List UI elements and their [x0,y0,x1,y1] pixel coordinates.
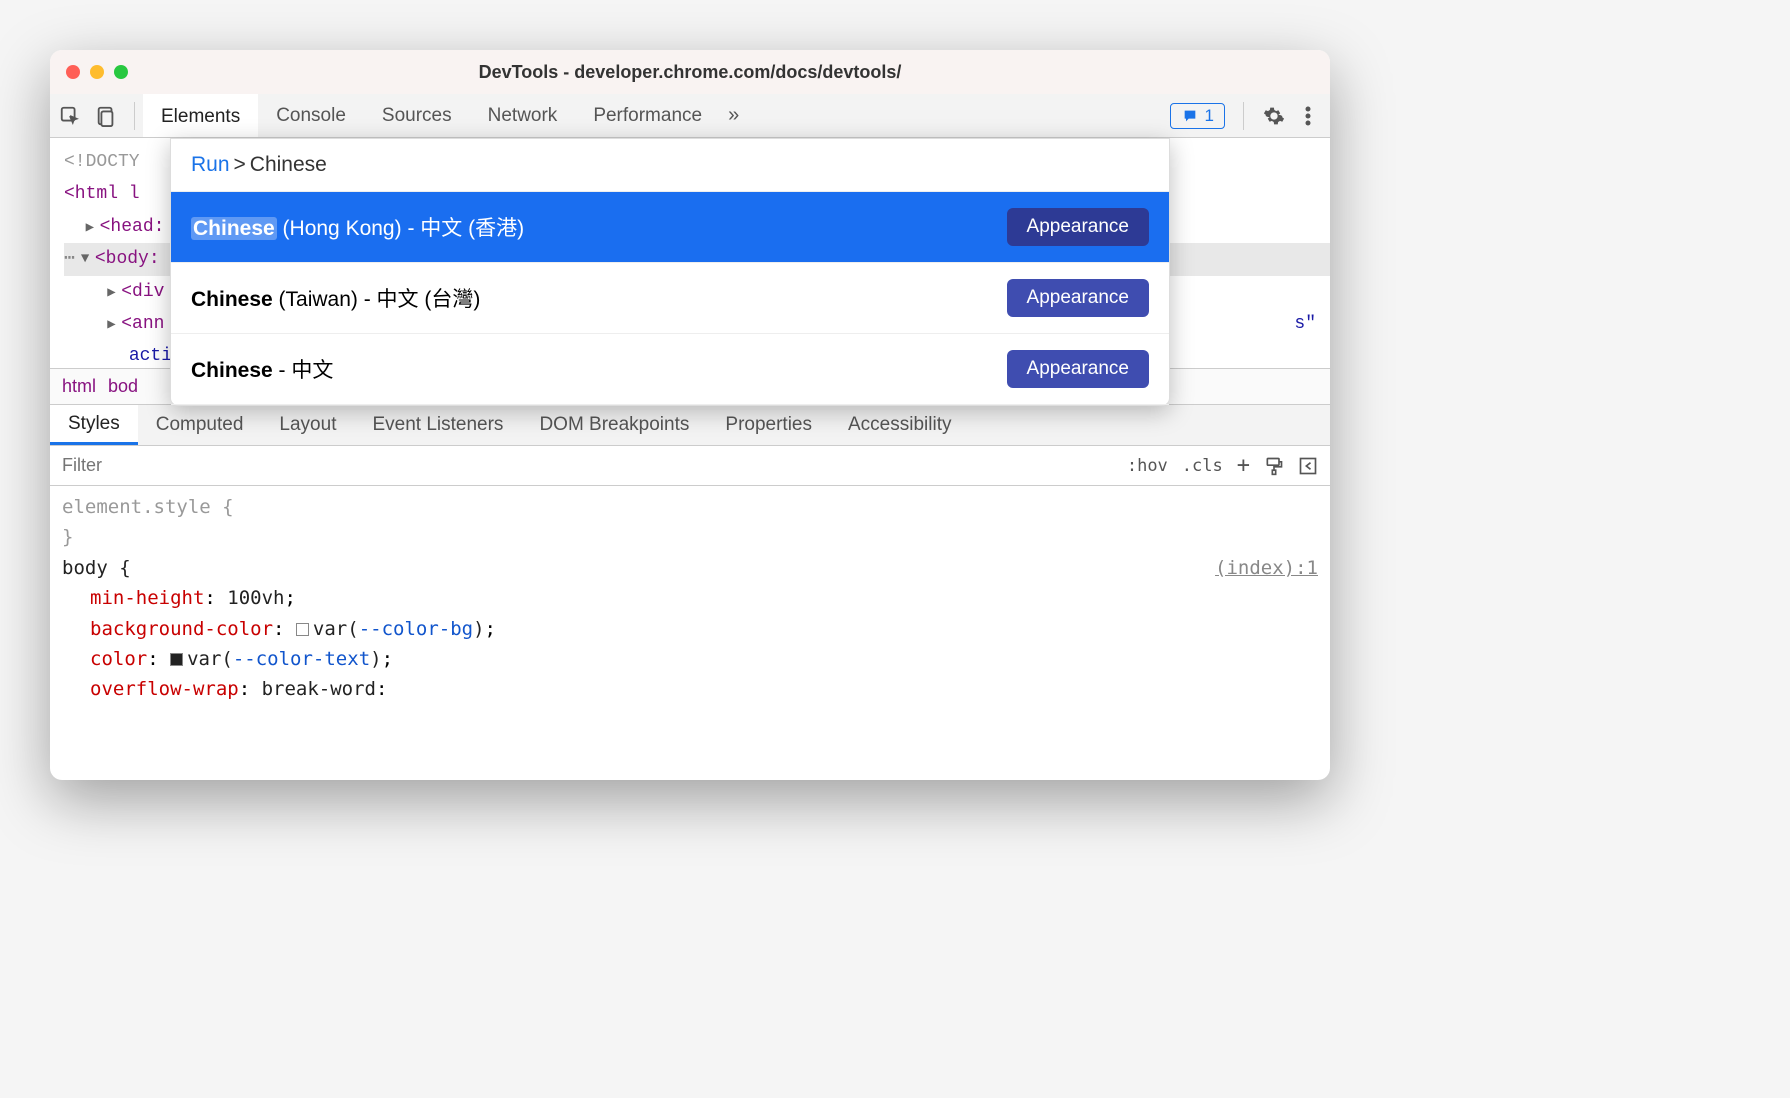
prompt-symbol: > [234,153,246,177]
command-item-chinese-hk[interactable]: Chinese (Hong Kong) - 中文 (香港) Appearance [171,192,1169,263]
message-icon [1181,108,1199,124]
breadcrumb-html[interactable]: html [62,376,96,397]
sidebar-tabs: Styles Computed Layout Event Listeners D… [50,404,1330,446]
overflow-dots-icon: ⋯ [64,243,81,275]
category-badge: Appearance [1007,350,1149,388]
body-node[interactable]: <body: [95,243,160,275]
styles-filter-bar: :hov .cls + [50,446,1330,486]
category-badge: Appearance [1007,208,1149,246]
tab-styles[interactable]: Styles [50,405,138,445]
devtools-window: DevTools - developer.chrome.com/docs/dev… [50,50,1330,780]
css-prop-background-color[interactable]: background-color: var(--color-bg); [62,614,1318,644]
tab-layout[interactable]: Layout [261,405,354,445]
main-toolbar: Elements Console Sources Network Perform… [50,94,1330,138]
color-swatch-icon[interactable] [296,623,309,636]
body-selector[interactable]: body { [62,553,131,583]
titlebar: DevTools - developer.chrome.com/docs/dev… [50,50,1330,94]
tab-accessibility[interactable]: Accessibility [830,405,969,445]
zoom-window-button[interactable] [114,65,128,79]
command-menu-input[interactable]: Run >Chinese [171,139,1169,192]
head-node[interactable]: <head: [100,217,165,237]
filter-input[interactable] [62,455,1127,476]
tab-network[interactable]: Network [470,94,576,137]
inspect-icon[interactable] [58,104,82,128]
panel-tabs: Elements Console Sources Network Perform… [143,94,1160,137]
div-node[interactable]: <div [121,282,164,302]
doctype-node: <!DOCTY [64,152,140,172]
styles-pane: element.style { } body { (index):1 min-h… [50,486,1330,780]
stylesheet-source-link[interactable]: (index):1 [1215,553,1318,583]
element-style-close: } [62,522,1318,552]
command-item-chinese-tw[interactable]: Chinese (Taiwan) - 中文 (台灣) Appearance [171,263,1169,334]
tab-properties[interactable]: Properties [707,405,830,445]
tab-elements[interactable]: Elements [143,94,258,137]
computed-toggle-icon[interactable] [1298,456,1318,476]
breadcrumb-body[interactable]: bod [108,376,138,397]
command-query: Chinese [250,153,327,177]
css-prop-min-height[interactable]: min-height: 100vh; [62,583,1318,613]
run-label: Run [191,153,230,177]
window-title: DevTools - developer.chrome.com/docs/dev… [50,62,1330,83]
traffic-lights [66,65,128,79]
category-badge: Appearance [1007,279,1149,317]
tab-performance[interactable]: Performance [575,94,720,137]
action-attr: acti [129,346,172,366]
tab-sources[interactable]: Sources [364,94,470,137]
cls-toggle[interactable]: .cls [1182,456,1223,476]
issues-count: 1 [1205,106,1214,126]
close-window-button[interactable] [66,65,80,79]
new-rule-icon[interactable]: + [1237,453,1250,478]
hov-toggle[interactable]: :hov [1127,456,1168,476]
issues-badge[interactable]: 1 [1170,103,1225,129]
color-swatch-icon[interactable] [170,653,183,666]
minimize-window-button[interactable] [90,65,104,79]
tab-computed[interactable]: Computed [138,405,262,445]
css-prop-overflow-wrap[interactable]: overflow-wrap: break-word: [62,674,1318,704]
tab-dom-breakpoints[interactable]: DOM Breakpoints [521,405,707,445]
command-menu: Run >Chinese Chinese (Hong Kong) - 中文 (香… [170,138,1170,406]
settings-icon[interactable] [1262,104,1286,128]
attr-fragment: s" [1294,308,1316,340]
element-style-selector[interactable]: element.style { [62,492,1318,522]
css-prop-color[interactable]: color: var(--color-text); [62,644,1318,674]
html-node[interactable]: <html l [64,184,140,204]
command-item-chinese[interactable]: Chinese - 中文 Appearance [171,334,1169,405]
more-menu-icon[interactable] [1296,104,1320,128]
more-tabs-icon[interactable]: » [720,104,747,127]
tab-console[interactable]: Console [258,94,364,137]
paint-icon[interactable] [1264,456,1284,476]
announcer-node[interactable]: <ann [121,314,164,334]
device-toggle-icon[interactable] [94,104,118,128]
tab-event-listeners[interactable]: Event Listeners [354,405,521,445]
